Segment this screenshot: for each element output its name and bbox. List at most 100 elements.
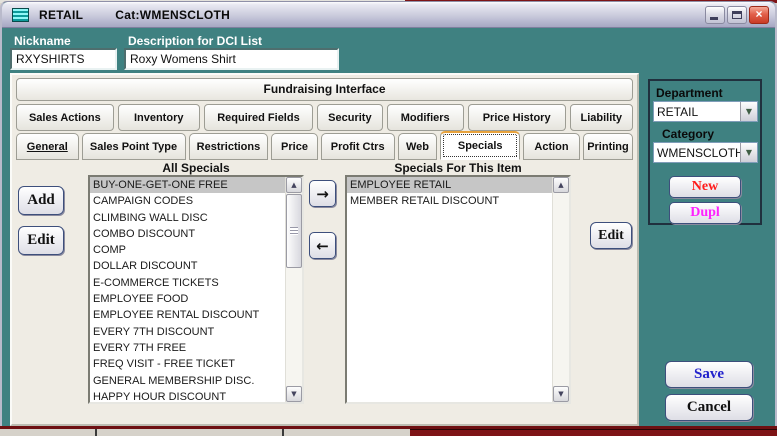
dropdown-arrow-icon[interactable]: ▼ [740, 143, 757, 162]
list-item[interactable]: EMPLOYEE RETAIL [347, 177, 552, 194]
tab-restrictions[interactable]: Restrictions [188, 133, 269, 160]
list-item[interactable]: COMP [90, 242, 285, 258]
category-value: WMENSCLOTH [657, 145, 740, 160]
description-input[interactable]: Roxy Womens Shirt [124, 48, 339, 70]
new-button[interactable]: New [669, 176, 741, 198]
item-specials-scrollbar[interactable]: ▲ ▼ [552, 177, 569, 402]
tab-label: General [26, 140, 68, 153]
tab-profit-ctrs[interactable]: Profit Ctrs [320, 133, 395, 160]
tab-label: Action [534, 140, 569, 153]
list-item[interactable]: EVERY 7TH DISCOUNT [90, 324, 285, 340]
tab-action[interactable]: Action [523, 133, 580, 160]
tab-label: Printing [587, 140, 629, 153]
tab-label: Required Fields [217, 111, 300, 124]
scroll-down-icon[interactable]: ▼ [553, 386, 569, 402]
item-specials-title: Specials For This Item [394, 161, 522, 175]
scrollbar-thumb[interactable] [286, 194, 302, 268]
item-specials-items: EMPLOYEE RETAIL MEMBER RETAIL DISCOUNT [347, 177, 552, 402]
item-specials-listbox: EMPLOYEE RETAIL MEMBER RETAIL DISCOUNT ▲… [345, 175, 571, 404]
list-item[interactable]: COMBO DISCOUNT [90, 226, 285, 242]
list-item[interactable]: BUY-ONE-GET-ONE FREE [90, 177, 285, 194]
list-item[interactable]: GENERAL MEMBERSHIP DISC. [90, 373, 285, 389]
description-label: Description for DCI List [128, 34, 263, 48]
tab-price[interactable]: Price [271, 133, 318, 160]
tab-price-history[interactable]: Price History [467, 104, 566, 131]
screen: RETAIL Cat:WMENSCLOTH × Nickname RXYSHIR… [0, 0, 777, 436]
tab-label: Sales Actions [28, 111, 101, 124]
tab-row-top: Sales Actions Inventory Required Fields … [16, 104, 634, 131]
tab-sales-point-type[interactable]: Sales Point Type [81, 133, 186, 160]
background-window-red-edge [410, 429, 777, 436]
list-item[interactable]: FREQ VISIT - FREE TICKET [90, 356, 285, 372]
nickname-input[interactable]: RXYSHIRTS [10, 48, 117, 70]
tab-label: Web [405, 140, 429, 153]
tab-label: Specials [457, 140, 503, 152]
edit-item-specials-button[interactable]: Edit [590, 222, 632, 249]
tab-label: Modifiers [400, 111, 450, 124]
window-title-category: Cat:WMENSCLOTH [115, 7, 231, 22]
tab-web[interactable]: Web [397, 133, 438, 160]
tab-row-bottom: General Sales Point Type Restrictions Pr… [16, 131, 634, 160]
scroll-up-icon[interactable]: ▲ [553, 177, 569, 193]
background-divider [95, 429, 97, 436]
list-item[interactable]: EMPLOYEE FOOD [90, 291, 285, 307]
department-label: Department [656, 86, 723, 100]
minimize-icon [710, 16, 718, 20]
window-title: RETAIL [39, 7, 84, 22]
category-dropdown[interactable]: WMENSCLOTH ▼ [653, 142, 758, 163]
minimize-button[interactable] [705, 5, 725, 24]
app-window: RETAIL Cat:WMENSCLOTH × Nickname RXYSHIR… [0, 1, 777, 427]
list-item[interactable]: DOLLAR DISCOUNT [90, 258, 285, 274]
tab-sales-actions[interactable]: Sales Actions [16, 104, 114, 131]
scroll-down-icon[interactable]: ▼ [286, 386, 302, 402]
dropdown-arrow-icon[interactable]: ▼ [740, 102, 757, 121]
add-button[interactable]: Add [18, 186, 64, 215]
list-item[interactable]: E-COMMERCE TICKETS [90, 275, 285, 291]
tab-general[interactable]: General [16, 133, 79, 160]
background-divider [282, 429, 284, 436]
maximize-button[interactable] [727, 5, 747, 24]
tab-label: Price History [482, 111, 551, 124]
title-bar: RETAIL Cat:WMENSCLOTH × [2, 2, 775, 28]
tab-label: Price [281, 140, 308, 153]
list-item[interactable]: CLIMBING WALL DISC [90, 210, 285, 226]
tab-modifiers[interactable]: Modifiers [386, 104, 464, 131]
tab-printing[interactable]: Printing [582, 133, 634, 160]
tab-label: Security [328, 111, 372, 124]
all-specials-title: All Specials [162, 161, 230, 175]
department-value: RETAIL [657, 104, 699, 119]
tab-label: Liability [580, 111, 623, 124]
fundraising-interface-button[interactable]: Fundraising Interface [16, 78, 633, 101]
app-list-icon [12, 7, 29, 22]
all-specials-items: BUY-ONE-GET-ONE FREE CAMPAIGN CODES CLIM… [90, 177, 285, 402]
tab-label: Inventory [133, 111, 184, 124]
main-panel: Fundraising Interface Sales Actions Inve… [10, 73, 639, 426]
background-window-bottom-strip [0, 426, 777, 436]
tab-specials-active[interactable]: Specials [440, 131, 521, 160]
tab-label: Restrictions [196, 140, 261, 153]
all-specials-scrollbar[interactable]: ▲ ▼ [285, 177, 302, 402]
list-item[interactable]: EVERY 7TH FREE [90, 340, 285, 356]
department-category-panel: Department RETAIL ▼ Category WMENSCLOTH … [648, 79, 762, 225]
close-button[interactable]: × [749, 5, 769, 24]
tab-label: Sales Point Type [89, 140, 178, 153]
save-button[interactable]: Save [665, 361, 753, 388]
tab-security[interactable]: Security [317, 104, 383, 131]
cancel-button[interactable]: Cancel [665, 394, 753, 421]
department-dropdown[interactable]: RETAIL ▼ [653, 101, 758, 122]
tab-liability[interactable]: Liability [569, 104, 634, 131]
list-item[interactable]: CAMPAIGN CODES [90, 193, 285, 209]
move-right-arrow-button[interactable]: → [309, 180, 336, 207]
tab-label: Profit Ctrs [330, 140, 385, 153]
list-item[interactable]: HAPPY HOUR DISCOUNT [90, 389, 285, 402]
list-item[interactable]: MEMBER RETAIL DISCOUNT [347, 193, 552, 209]
window-controls: × [705, 5, 769, 24]
tab-required-fields[interactable]: Required Fields [203, 104, 314, 131]
edit-all-specials-button[interactable]: Edit [18, 226, 64, 255]
nickname-label: Nickname [14, 34, 71, 48]
move-left-arrow-button[interactable]: ← [309, 232, 336, 259]
dupl-button[interactable]: Dupl [669, 202, 741, 224]
list-item[interactable]: EMPLOYEE RENTAL DISCOUNT [90, 307, 285, 323]
tab-inventory[interactable]: Inventory [117, 104, 200, 131]
scroll-up-icon[interactable]: ▲ [286, 177, 302, 193]
